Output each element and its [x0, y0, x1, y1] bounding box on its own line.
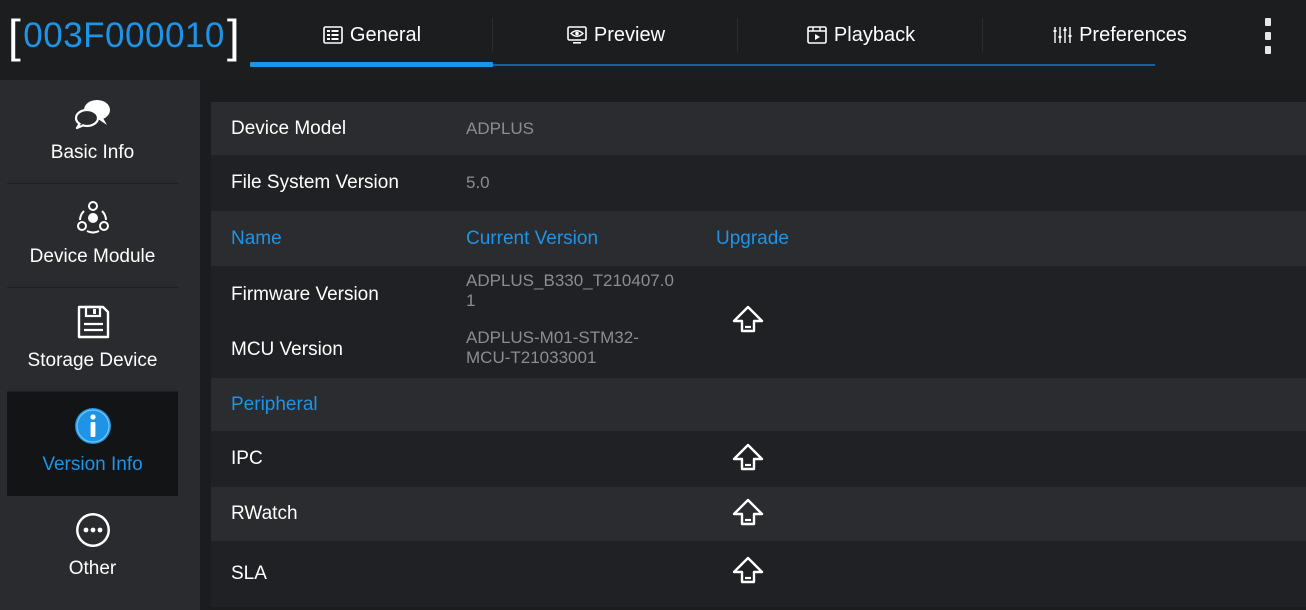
- upload-arrow-icon[interactable]: [731, 555, 765, 589]
- mcu-version-value: ADPLUS-M01-STM32- MCU-T21033001: [466, 328, 639, 368]
- menu-dot: [1265, 32, 1271, 40]
- tab-general[interactable]: General: [250, 0, 493, 70]
- floppy-disk-icon: [77, 305, 109, 339]
- tab-preview[interactable]: Preview: [493, 0, 738, 70]
- column-header-name: Name: [231, 227, 282, 249]
- film-play-icon: [807, 26, 827, 44]
- more-vertical-icon[interactable]: [1258, 18, 1278, 54]
- grid-icon: [323, 26, 343, 44]
- tab-active-indicator: [250, 62, 493, 67]
- sidebar-item-label: Basic Info: [50, 142, 135, 163]
- upload-arrow-icon[interactable]: [731, 304, 765, 338]
- sidebar-item-other[interactable]: Other: [7, 496, 178, 600]
- file-system-label: File System Version: [231, 172, 399, 193]
- firmware-version-line: ADPLUS_B330_T210407.0: [466, 271, 674, 290]
- table-row-device-model: Device Model ADPLUS: [211, 102, 1306, 155]
- sidebar-item-storage-device[interactable]: Storage Device: [7, 288, 178, 392]
- chat-bubbles-icon: [74, 100, 110, 130]
- upload-arrow-icon[interactable]: [731, 442, 765, 476]
- mcu-version-label: MCU Version: [231, 339, 343, 360]
- sidebar-item-label: Storage Device: [27, 350, 158, 371]
- sliders-icon: [1053, 27, 1072, 43]
- sidebar-item-version-info[interactable]: Version Info: [7, 392, 178, 496]
- monitor-eye-icon: [567, 26, 587, 44]
- file-system-value: 5.0: [466, 173, 490, 192]
- peripheral-label-sla: SLA: [231, 563, 267, 584]
- sidebar-item-device-module[interactable]: Device Module: [7, 184, 178, 288]
- sidebar-item-label: Device Module: [29, 246, 156, 267]
- firmware-version-line: 1: [466, 291, 476, 310]
- table-header-row: Name Current Version Upgrade: [211, 211, 1306, 266]
- tab-preferences-label: Preferences: [1079, 23, 1187, 46]
- peripheral-header: Peripheral: [231, 393, 318, 415]
- column-header-current-version: Current Version: [466, 227, 599, 249]
- table-row-ipc: IPC: [211, 431, 1306, 487]
- device-id-text: 003F000010: [23, 16, 225, 55]
- table-row-rwatch: RWatch: [211, 487, 1306, 541]
- device-model-value: ADPLUS: [466, 118, 535, 138]
- top-bar: [ 003F000010 ] General Preview Playback …: [0, 0, 1306, 80]
- bracket-left: [: [8, 10, 22, 62]
- column-header-upgrade: Upgrade: [716, 227, 789, 249]
- table-group-firmware-mcu: Firmware Version ADPLUS_B330_T210407.0 1…: [211, 266, 1306, 378]
- tab-preferences[interactable]: Preferences: [983, 0, 1255, 70]
- mcu-version-line: MCU-T21033001: [466, 348, 597, 367]
- sidebar: Basic Info Device Module Storage Device: [0, 80, 200, 610]
- tab-playback-label: Playback: [833, 23, 916, 46]
- tab-bar: General Preview Playback Preferences: [250, 0, 1255, 70]
- device-id-label: [ 003F000010 ]: [8, 10, 240, 62]
- sidebar-item-basic-info[interactable]: Basic Info: [7, 80, 178, 184]
- menu-dot: [1265, 46, 1271, 54]
- menu-dot: [1265, 18, 1271, 26]
- upload-arrow-icon[interactable]: [731, 497, 765, 531]
- module-nodes-icon: [76, 201, 109, 234]
- tab-preview-label: Preview: [593, 23, 666, 46]
- peripheral-label-ipc: IPC: [231, 448, 263, 469]
- mcu-version-line: ADPLUS-M01-STM32-: [466, 328, 639, 347]
- tab-general-label: General: [349, 23, 422, 46]
- table-row-file-system: File System Version 5.0: [211, 155, 1306, 211]
- tab-playback[interactable]: Playback: [738, 0, 983, 70]
- table-header-peripheral: Peripheral: [211, 378, 1306, 431]
- peripheral-label-rwatch: RWatch: [231, 503, 298, 524]
- firmware-version-label: Firmware Version: [231, 284, 379, 305]
- more-horizontal-icon: [75, 513, 110, 547]
- device-model-label: Device Model: [231, 117, 347, 139]
- bracket-right: ]: [226, 10, 241, 62]
- version-info-panel: Device Model ADPLUS File System Version …: [200, 80, 1306, 610]
- sidebar-item-label: Version Info: [42, 454, 143, 475]
- firmware-version-value: ADPLUS_B330_T210407.0 1: [466, 271, 674, 311]
- table-row-sla: SLA: [211, 541, 1306, 607]
- info-icon: [74, 408, 111, 444]
- sidebar-item-label: Other: [68, 558, 117, 579]
